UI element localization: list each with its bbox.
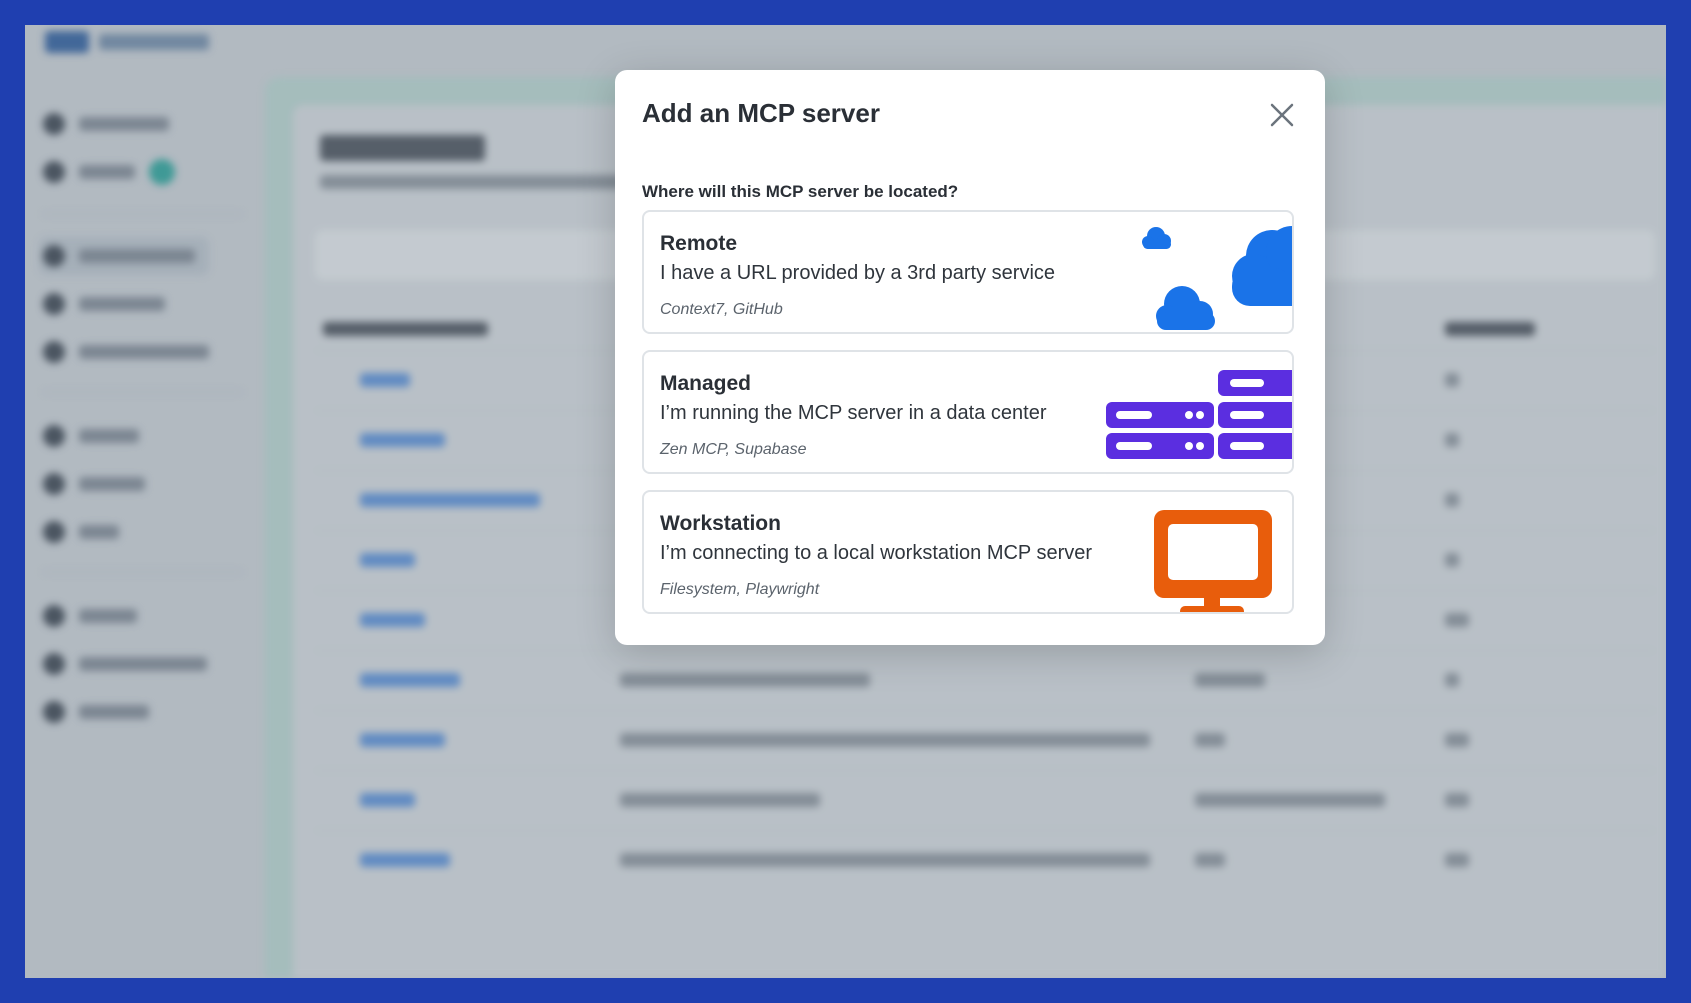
option-remote[interactable]: Remote I have a URL provided by a 3rd pa… — [642, 210, 1294, 334]
option-description: I’m connecting to a local workstation MC… — [660, 542, 1093, 564]
option-title: Workstation — [660, 512, 781, 535]
option-workstation[interactable]: Workstation I’m connecting to a local wo… — [642, 490, 1294, 614]
close-icon — [1270, 103, 1294, 127]
option-examples: Zen MCP, Supabase — [660, 441, 807, 458]
option-examples: Filesystem, Playwright — [660, 581, 820, 598]
option-title: Managed — [660, 372, 752, 395]
option-examples: Context7, GitHub — [660, 301, 783, 318]
location-question: Where will this MCP server be located? — [642, 182, 959, 201]
option-description: I have a URL provided by a 3rd party ser… — [660, 262, 1056, 284]
add-mcp-server-dialog: Add an MCP server Where will this MCP se… — [615, 70, 1325, 645]
option-managed[interactable]: Managed I’m running the MCP server in a … — [642, 350, 1294, 474]
option-title: Remote — [660, 232, 738, 255]
close-button[interactable] — [1265, 98, 1299, 132]
monitor-icon — [1154, 510, 1272, 612]
server-rack-icon — [1106, 370, 1292, 459]
dialog-title: Add an MCP server — [642, 98, 880, 128]
cloud-icon — [1142, 226, 1292, 330]
option-description: I’m running the MCP server in a data cen… — [660, 402, 1047, 424]
